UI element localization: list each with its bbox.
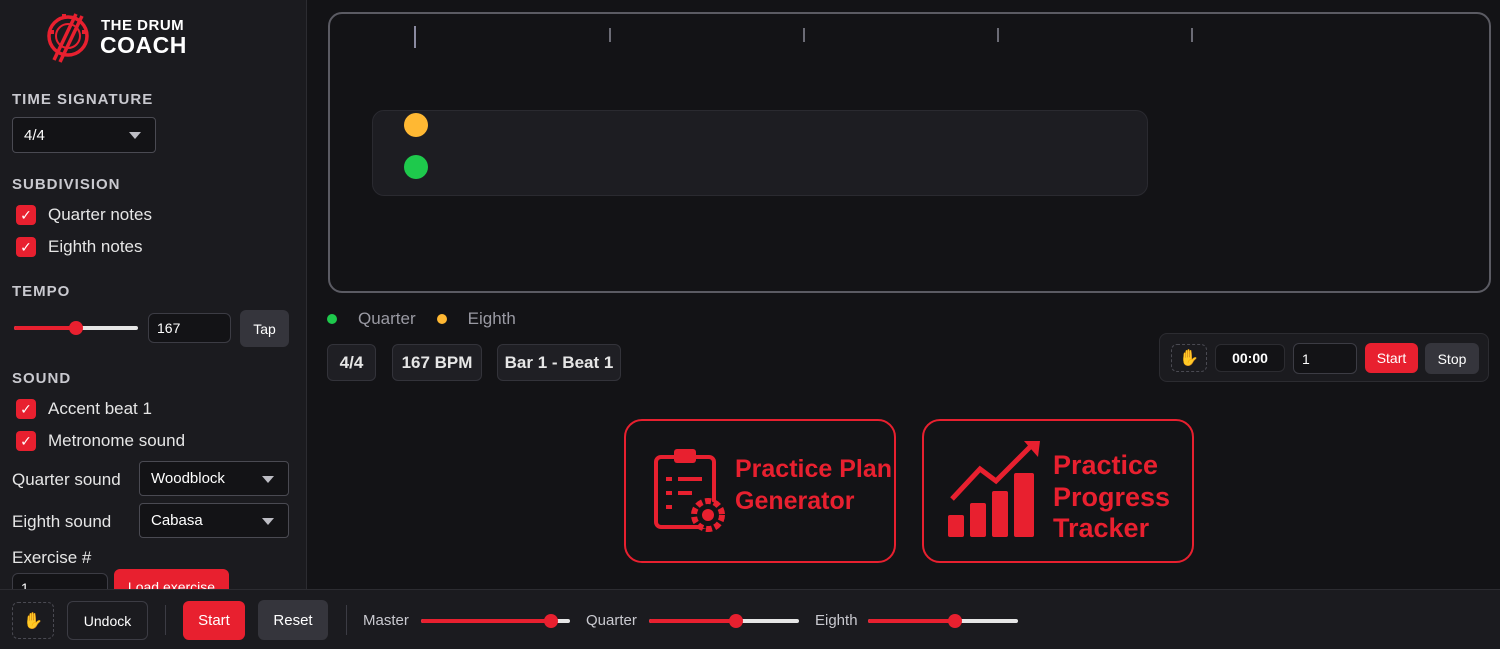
eighth-volume-thumb[interactable] (948, 614, 962, 628)
eighth-volume-label: Eighth (815, 612, 858, 629)
eighth-sound-label: Eighth sound (12, 512, 112, 531)
tap-tempo-button[interactable]: Tap (240, 310, 289, 347)
eighth-legend-dot (436, 314, 447, 324)
clipboard-gear-icon (654, 449, 725, 532)
tempo-title: TEMPO (12, 283, 71, 300)
progress-card-line2: Progress (1053, 482, 1171, 512)
check-icon: ✓ (16, 205, 36, 225)
lane-legend: Quarter Eighth (327, 309, 516, 329)
tempo-input[interactable]: 167 (148, 313, 231, 343)
practice-plan-generator-card[interactable]: Practice Plan Generator (624, 419, 896, 563)
time-signature-title: TIME SIGNATURE (12, 91, 154, 108)
quarter-notes-checkbox[interactable]: ✓ Quarter notes (16, 205, 152, 225)
caret-down-icon (262, 475, 274, 483)
eighth-volume-fill (868, 619, 955, 623)
quarter-legend-label: Quarter (358, 309, 416, 328)
note-lanes (372, 110, 1148, 196)
quarter-volume-slider[interactable] (649, 614, 799, 628)
beat-marker-2 (609, 28, 611, 42)
load-exercise-button[interactable]: Load exercise (114, 569, 229, 589)
eighth-sound-value: Cabasa (151, 512, 203, 529)
exercise-label: Exercise # (12, 548, 92, 567)
beat-marker-5 (1191, 28, 1193, 42)
time-signature-value: 4/4 (24, 126, 45, 144)
divider (165, 605, 166, 635)
metronome-sound-label: Metronome sound (48, 431, 186, 450)
progress-card-line1: Practice (1053, 450, 1159, 480)
hand-icon[interactable]: ✋ (1171, 344, 1207, 372)
start-button[interactable]: Start (183, 601, 245, 640)
practice-timer: ✋ 00:00 1 Start Stop (1159, 333, 1489, 382)
caret-down-icon (262, 517, 274, 525)
status-bpm: 167 BPM (392, 344, 482, 381)
accent-beat-label: Accent beat 1 (48, 399, 152, 418)
eighth-notes-label: Eighth notes (48, 237, 143, 256)
time-signature-select[interactable]: 4/4 (12, 117, 156, 153)
chart-growth-icon (948, 441, 1040, 537)
tempo-slider-fill (14, 326, 76, 330)
hand-icon[interactable]: ✋ (12, 602, 54, 639)
status-signature: 4/4 (327, 344, 376, 381)
quarter-volume-fill (649, 619, 736, 623)
practice-progress-tracker-card[interactable]: Practice Progress Tracker (922, 419, 1194, 563)
undock-button[interactable]: Undock (67, 601, 148, 640)
status-position: Bar 1 - Beat 1 (497, 344, 621, 381)
exercise-input[interactable]: 1 (12, 573, 108, 589)
eighth-notes-checkbox[interactable]: ✓ Eighth notes (16, 237, 143, 257)
progress-card-line3: Tracker (1053, 513, 1150, 543)
check-icon: ✓ (16, 431, 36, 451)
timer-display: 00:00 (1215, 344, 1285, 372)
timer-stop-button[interactable]: Stop (1425, 343, 1479, 374)
eighth-legend-label: Eighth (467, 309, 516, 328)
brand-line2: COACH (100, 32, 187, 58)
master-volume-fill (421, 619, 551, 623)
quarter-volume-label: Quarter (586, 612, 637, 629)
accent-beat-checkbox[interactable]: ✓ Accent beat 1 (16, 399, 152, 419)
master-volume-slider[interactable] (421, 614, 570, 628)
beat-marker-1 (414, 26, 416, 48)
metronome-sound-checkbox[interactable]: ✓ Metronome sound (16, 431, 185, 451)
eighth-sound-select[interactable]: Cabasa (139, 503, 289, 538)
plan-card-line1: Practice Plan (735, 455, 893, 483)
beat-marker-3 (803, 28, 805, 42)
sound-title: SOUND (12, 370, 72, 387)
eighth-note-dot (404, 113, 428, 137)
subdivision-title: SUBDIVISION (12, 176, 121, 193)
quarter-sound-label: Quarter sound (12, 470, 121, 489)
quarter-volume-thumb[interactable] (729, 614, 743, 628)
quarter-notes-label: Quarter notes (48, 205, 152, 224)
caret-down-icon (129, 132, 141, 139)
divider (346, 605, 347, 635)
reset-button[interactable]: Reset (258, 600, 328, 640)
plan-card-line2: Generator (735, 487, 855, 515)
master-volume-label: Master (363, 612, 409, 629)
timer-count-input[interactable]: 1 (1293, 343, 1357, 374)
sidebar: THE DRUM COACH TIME SIGNATURE 4/4 SUBDIV… (0, 0, 307, 589)
beat-visualizer (328, 12, 1491, 293)
check-icon: ✓ (16, 399, 36, 419)
beat-marker-4 (997, 28, 999, 42)
check-icon: ✓ (16, 237, 36, 257)
drum-logo-icon (47, 13, 89, 63)
tempo-slider-thumb[interactable] (69, 321, 83, 335)
quarter-sound-value: Woodblock (151, 470, 225, 487)
quarter-note-dot (404, 155, 428, 179)
timer-start-button[interactable]: Start (1365, 343, 1418, 373)
eighth-volume-slider[interactable] (868, 614, 1018, 628)
quarter-sound-select[interactable]: Woodblock (139, 461, 289, 496)
quarter-legend-dot (327, 314, 337, 324)
master-volume-thumb[interactable] (543, 614, 558, 628)
brand-logo: THE DRUM COACH (44, 8, 204, 64)
tempo-slider[interactable] (14, 321, 138, 335)
